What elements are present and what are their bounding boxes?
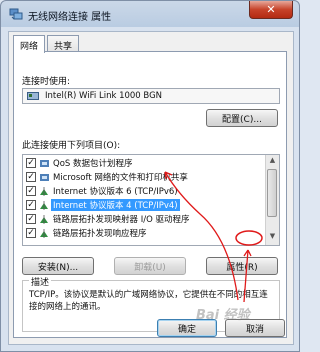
protocol-icon — [40, 187, 48, 196]
item-label: Internet 协议版本 6 (TCP/IPv6) — [53, 187, 178, 197]
close-button[interactable]: ✕ — [249, 1, 293, 19]
dialog-client-area: 网络 共享 连接时使用: Intel(R) WiFi Link 1000 BGN… — [8, 31, 294, 345]
list-item-selected[interactable]: ✓ Internet 协议版本 4 (TCP/IPv4) — [25, 199, 263, 212]
qos-icon — [40, 160, 49, 167]
list-item[interactable]: ✓ 链路层拓扑发现响应程序 — [25, 227, 263, 240]
items-label: 此连接使用下列项目(O): — [22, 141, 121, 151]
checkbox[interactable]: ✓ — [26, 228, 36, 238]
list-item[interactable]: ✓ QoS 数据包计划程序 — [25, 157, 263, 170]
network-tab-panel: 连接时使用: Intel(R) WiFi Link 1000 BGN 配置(C)… — [13, 51, 287, 338]
install-button[interactable]: 安装(N)... — [22, 257, 94, 275]
uninstall-button[interactable]: 卸载(U) — [114, 257, 186, 275]
protocol-icon — [40, 201, 48, 210]
file-share-icon — [40, 174, 49, 181]
checkbox[interactable]: ✓ — [26, 200, 36, 210]
items-list: ✓ QoS 数据包计划程序 ✓ Microsoft 网络的文件和打印机共享 ✓ … — [22, 154, 280, 246]
item-label: 链路层拓扑发现响应程序 — [53, 229, 147, 239]
list-item[interactable]: ✓ 链路层拓扑发现映射器 I/O 驱动程序 — [25, 213, 263, 226]
title-bar: 无线网络连接 属性 ✕ — [1, 1, 299, 27]
checkbox[interactable]: ✓ — [26, 158, 36, 168]
scroll-up-icon[interactable]: ▲ — [267, 156, 278, 167]
scroll-thumb[interactable] — [267, 169, 277, 217]
properties-dialog: 无线网络连接 属性 ✕ 网络 共享 连接时使用: Intel(R) WiFi L… — [0, 0, 300, 352]
item-label: QoS 数据包计划程序 — [53, 159, 133, 169]
close-icon: ✕ — [266, 3, 276, 16]
description-title: 描述 — [29, 275, 52, 288]
watermark: Bai 经验 — [196, 308, 250, 323]
scroll-down-icon[interactable]: ▼ — [267, 232, 278, 243]
network-adapter-icon — [27, 92, 39, 100]
protocol-icon — [40, 215, 48, 224]
configure-button[interactable]: 配置(C)... — [206, 109, 278, 127]
adapter-name: Intel(R) WiFi Link 1000 BGN — [45, 91, 163, 101]
adapter-field: Intel(R) WiFi Link 1000 BGN — [22, 88, 280, 104]
checkbox[interactable]: ✓ — [26, 214, 36, 224]
list-item[interactable]: ✓ Microsoft 网络的文件和打印机共享 — [25, 171, 263, 184]
protocol-icon — [40, 229, 48, 238]
checkbox[interactable]: ✓ — [26, 186, 36, 196]
tab-sharing[interactable]: 共享 — [47, 35, 79, 52]
list-item[interactable]: ✓ Internet 协议版本 6 (TCP/IPv6) — [25, 185, 263, 198]
list-scrollbar[interactable]: ▲ ▼ — [265, 155, 279, 245]
properties-button[interactable]: 属性(R) — [206, 257, 278, 275]
window-title: 无线网络连接 属性 — [28, 12, 112, 23]
item-label: Microsoft 网络的文件和打印机共享 — [53, 173, 188, 183]
checkbox[interactable]: ✓ — [26, 172, 36, 182]
item-label: 链路层拓扑发现映射器 I/O 驱动程序 — [53, 215, 190, 225]
item-label: Internet 协议版本 4 (TCP/IPv4) — [51, 199, 180, 211]
network-connection-icon — [9, 8, 23, 20]
tab-network[interactable]: 网络 — [13, 35, 45, 53]
connect-using-label: 连接时使用: — [22, 77, 71, 87]
